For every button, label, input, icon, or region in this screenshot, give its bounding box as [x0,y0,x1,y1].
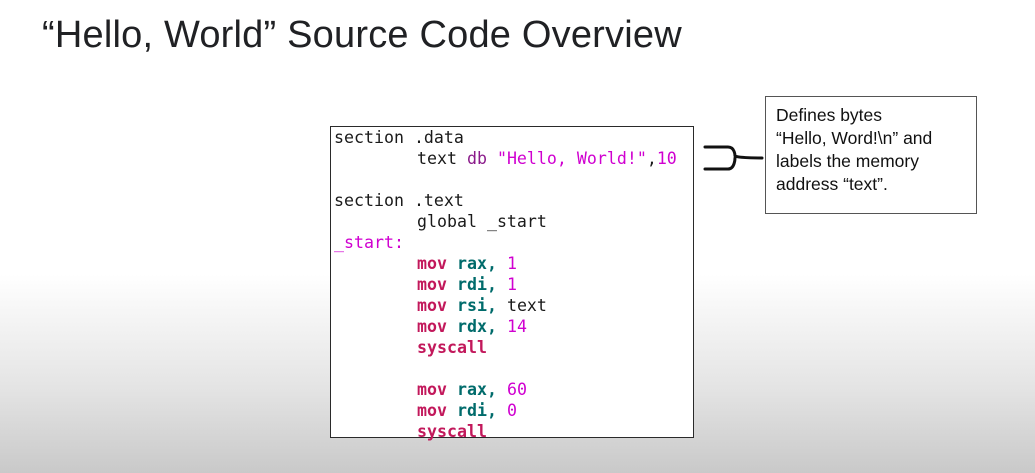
code-line-mov-rdi-1: mov rdi, 1 [334,274,677,295]
comma: , [646,149,657,168]
global-keyword: global [417,212,477,231]
register-rdx: rdx, [456,317,497,336]
code-line-mov-rdx-14: mov rdx, 14 [334,316,677,337]
mov-instruction: mov [417,317,447,336]
code-line-mov-rdi-0: mov rdi, 0 [334,400,677,421]
global-symbol: _start [486,212,547,231]
mov-instruction: mov [417,254,447,273]
syscall-instruction: syscall [417,422,487,441]
code-line-mov-rax-60: mov rax, 60 [334,379,677,400]
annotation-line-4: address “text”. [776,174,888,194]
source-code-listing: section .data text db "Hello, World!",10… [334,127,677,442]
length-value: 14 [506,317,527,336]
section-keyword: section [334,191,404,210]
register-rax: rax, [456,254,497,273]
mov-instruction: mov [417,296,447,315]
code-line-syscall-exit: syscall [334,421,677,442]
code-line-define-text: text db "Hello, World!",10 [334,148,677,169]
code-line-mov-rsi-text: mov rsi, text [334,295,677,316]
annotation-callout: Defines bytes “Hello, Word!\n” and label… [765,96,977,214]
annotation-line-2: “Hello, Word!\n” and [776,128,933,148]
text-operand: text [506,296,547,315]
register-rdi: rdi, [456,275,497,294]
exit-code: 0 [506,401,517,420]
exit-syscall-number: 60 [506,380,527,399]
mov-instruction: mov [417,275,447,294]
source-code-box: section .data text db "Hello, World!",10… [330,126,694,441]
data-section-directive: .data [413,128,464,147]
annotation-line-3: labels the memory [776,151,919,171]
db-keyword: db [466,149,487,168]
register-rsi: rsi, [456,296,497,315]
register-rax: rax, [456,380,497,399]
code-line-start-label: _start: [334,232,677,253]
register-rdi: rdi, [456,401,497,420]
annotation-line-1: Defines bytes [776,105,883,125]
code-line-mov-rax-1: mov rax, 1 [334,253,677,274]
slide-title: “Hello, World” Source Code Overview [42,14,682,56]
mov-instruction: mov [417,401,447,420]
stdout-fd: 1 [506,275,517,294]
bracket-connector-icon [703,145,764,171]
string-literal: "Hello, World!" [496,149,647,168]
code-line-section-data: section .data [334,127,677,148]
code-line-global-start: global _start [334,211,677,232]
code-line-section-text: section .text [334,190,677,211]
section-keyword: section [334,128,404,147]
syscall-instruction: syscall [417,338,487,357]
newline-byte: 10 [656,149,677,168]
mov-instruction: mov [417,380,447,399]
code-line-syscall-write: syscall [334,337,677,358]
text-section-directive: .text [413,191,464,210]
write-syscall-number: 1 [506,254,517,273]
text-label: text [417,149,457,168]
start-label: _start: [334,233,404,252]
